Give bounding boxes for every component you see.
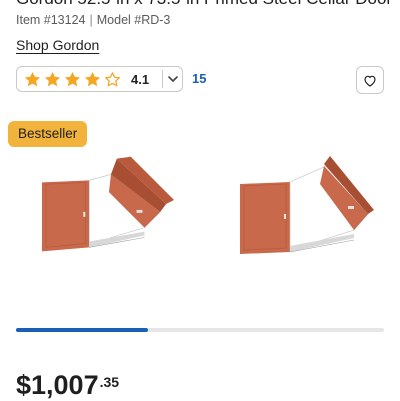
image-carousel-progress-fill	[16, 328, 149, 332]
meta-separator: |	[89, 13, 93, 27]
star-full-icon	[24, 71, 41, 86]
star-full-icon	[64, 71, 81, 86]
product-meta: Item #13124 | Model #RD-3	[16, 13, 170, 27]
chevron-down-icon[interactable]	[167, 73, 179, 85]
review-count-link[interactable]: 15	[192, 71, 206, 86]
bestseller-badge: Bestseller	[8, 121, 88, 147]
shop-brand-link[interactable]: Shop Gordon	[16, 37, 99, 53]
price-cents: .35	[99, 374, 120, 390]
image-carousel-progress[interactable]	[16, 328, 384, 332]
star-full-icon	[44, 71, 61, 86]
model-number: Model #RD-3	[96, 13, 171, 27]
product-image[interactable]	[236, 154, 376, 258]
rating-value: 4.1	[131, 71, 150, 87]
star-rating	[17, 70, 122, 89]
heart-icon	[364, 75, 376, 87]
product-price: $1,007.35	[16, 370, 119, 401]
rating-divider	[162, 70, 163, 88]
rating-summary-button[interactable]: 4.1	[16, 66, 183, 92]
price-dollars: $1,007	[16, 370, 99, 400]
product-title: Gordon 52.5-in x 73.5-in Primed Steel Ce…	[16, 0, 396, 9]
star-full-icon	[84, 71, 101, 86]
item-number: Item #13124	[16, 13, 86, 27]
star-outline-icon	[105, 71, 120, 86]
product-image[interactable]	[38, 152, 176, 256]
favorite-button[interactable]	[356, 66, 384, 94]
